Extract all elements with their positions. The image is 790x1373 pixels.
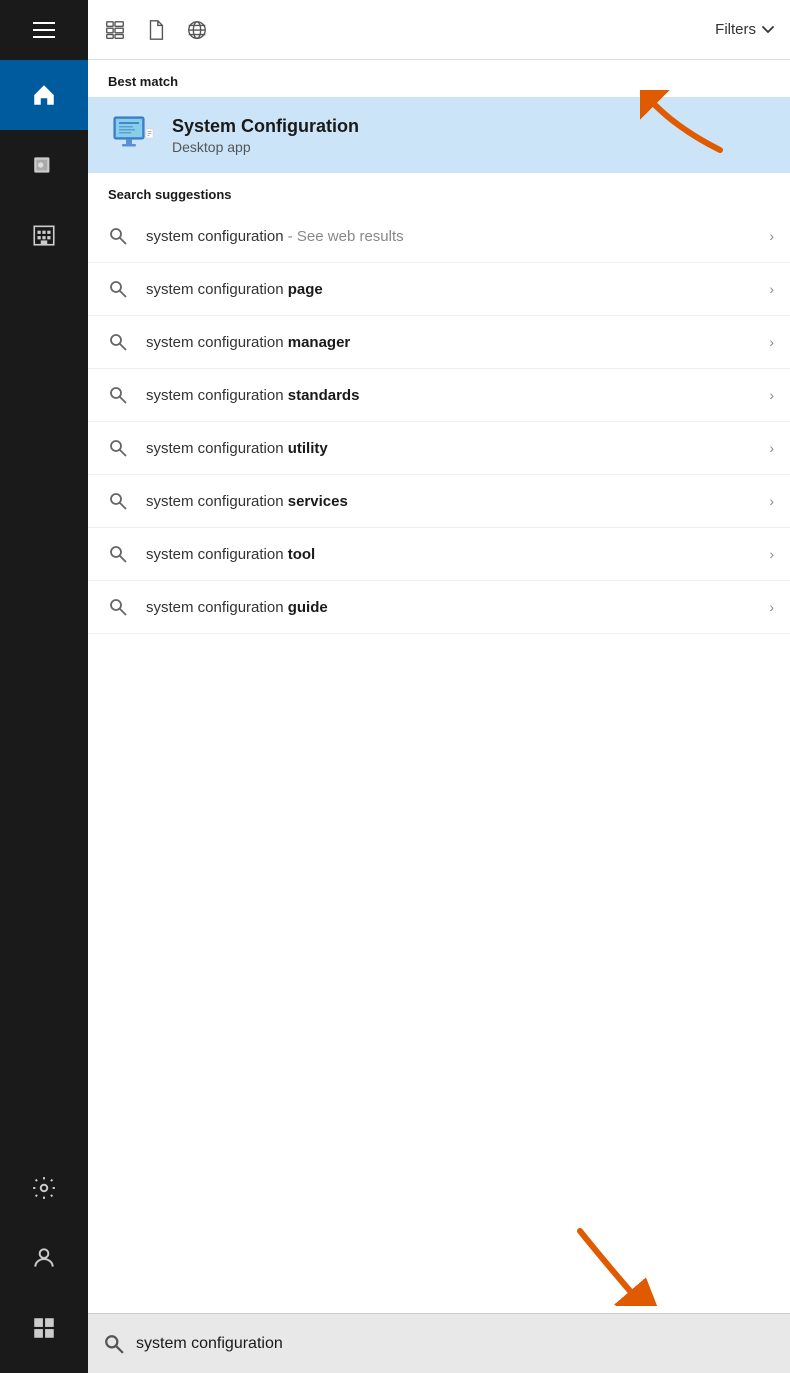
suggestion-item-6[interactable]: system configuration tool › — [88, 528, 790, 581]
suggestion-item-0[interactable]: system configuration - See web results › — [88, 210, 790, 263]
suggestion-item-5[interactable]: system configuration services › — [88, 475, 790, 528]
filters-button[interactable]: Filters — [715, 21, 774, 38]
sidebar — [0, 0, 88, 1373]
search-icon-7 — [104, 593, 132, 621]
search-icon-2 — [104, 328, 132, 356]
document-icon[interactable] — [146, 19, 166, 41]
chevron-down-icon — [762, 26, 774, 34]
gear-icon — [31, 1175, 57, 1201]
search-icon-4 — [104, 434, 132, 462]
search-icon-3 — [104, 381, 132, 409]
toolbar: Filters — [88, 0, 790, 60]
search-icon-0 — [104, 222, 132, 250]
hamburger-menu[interactable] — [0, 0, 88, 60]
best-match-item[interactable]: System Configuration Desktop app — [88, 97, 790, 173]
sidebar-item-building[interactable] — [0, 200, 88, 270]
suggestion-item-3[interactable]: system configuration standards › — [88, 369, 790, 422]
chevron-icon-6: › — [769, 546, 774, 562]
chevron-icon-7: › — [769, 599, 774, 615]
chevron-icon-1: › — [769, 281, 774, 297]
chevron-icon-2: › — [769, 334, 774, 350]
main-panel: Filters Best match — [88, 0, 790, 1373]
building-icon — [31, 222, 57, 248]
chevron-icon-5: › — [769, 493, 774, 509]
search-suggestions-label: Search suggestions — [88, 173, 790, 210]
suggestion-item-2[interactable]: system configuration manager › — [88, 316, 790, 369]
search-area — [88, 1313, 790, 1373]
chevron-icon-0: › — [769, 228, 774, 244]
grid-view-icon[interactable] — [104, 19, 126, 41]
chevron-icon-3: › — [769, 387, 774, 403]
search-box-icon — [104, 1334, 124, 1354]
search-icon-1 — [104, 275, 132, 303]
person-icon — [31, 1245, 57, 1271]
globe-icon[interactable] — [186, 19, 208, 41]
suggestion-item-4[interactable]: system configuration utility › — [88, 422, 790, 475]
search-icon-6 — [104, 540, 132, 568]
best-match-label: Best match — [88, 60, 790, 97]
results-area: Best match — [88, 60, 790, 1313]
record-icon — [31, 152, 57, 178]
best-match-subtitle: Desktop app — [172, 139, 359, 155]
sidebar-item-settings[interactable] — [0, 1153, 88, 1223]
suggestion-item-1[interactable]: system configuration page › — [88, 263, 790, 316]
search-icon-5 — [104, 487, 132, 515]
sidebar-item-home[interactable] — [0, 60, 88, 130]
sidebar-item-start[interactable] — [0, 1293, 88, 1363]
windows-icon — [31, 1315, 57, 1341]
sidebar-item-record[interactable] — [0, 130, 88, 200]
arrow-annotation-top — [640, 90, 730, 165]
chevron-icon-4: › — [769, 440, 774, 456]
best-match-title: System Configuration — [172, 116, 359, 137]
home-icon — [31, 82, 57, 108]
suggestion-item-7[interactable]: system configuration guide › — [88, 581, 790, 634]
search-box[interactable] — [88, 1313, 790, 1373]
system-config-icon — [108, 111, 156, 159]
search-input[interactable] — [136, 1335, 774, 1353]
sidebar-item-account[interactable] — [0, 1223, 88, 1293]
